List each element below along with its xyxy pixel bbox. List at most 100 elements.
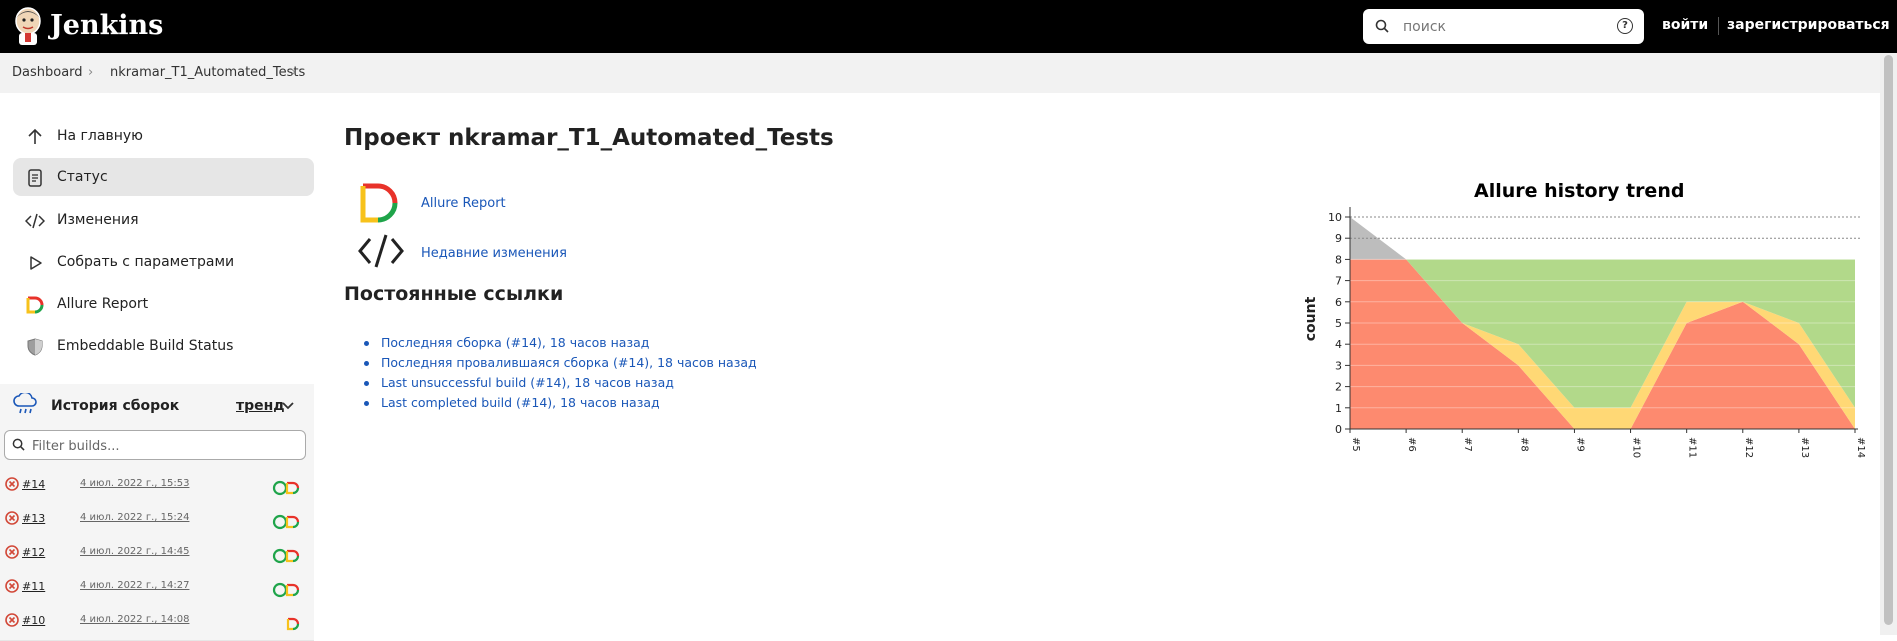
search-icon xyxy=(12,438,25,451)
sidebar-item-home[interactable]: На главную xyxy=(13,117,314,155)
permalinks-title: Постоянные ссылки xyxy=(344,283,564,305)
build-badges-icon[interactable] xyxy=(272,548,304,564)
filter-builds-input[interactable] xyxy=(30,436,294,456)
search-icon xyxy=(1375,19,1389,33)
breadcrumb: Dashboard › nkramar_T1_Automated_Tests › xyxy=(0,53,1897,93)
search-box[interactable]: ? xyxy=(1363,9,1644,44)
chevron-down-icon[interactable] xyxy=(281,396,295,414)
sidebar-item-label: Embeddable Build Status xyxy=(57,338,234,354)
build-date-link[interactable]: 4 июл. 2022 г., 14:27 xyxy=(80,580,189,591)
failed-status-icon xyxy=(5,511,19,525)
build-date-link[interactable]: 4 июл. 2022 г., 15:24 xyxy=(80,512,189,523)
sidebar-item-label: На главную xyxy=(57,128,143,144)
build-number-link[interactable]: #14 xyxy=(22,478,45,491)
sidebar-item-embeddable-build-status[interactable]: Embeddable Build Status xyxy=(13,327,314,365)
y-tick-label: 2 xyxy=(1335,381,1342,394)
build-row[interactable]: #11 4 июл. 2022 г., 14:27 xyxy=(0,572,314,607)
build-number-link[interactable]: #12 xyxy=(22,546,45,559)
build-row[interactable]: #13 4 июл. 2022 г., 15:24 xyxy=(0,504,314,539)
x-tick-label: #8 xyxy=(1518,437,1529,452)
chevron-right-icon[interactable]: › xyxy=(291,65,296,80)
trend-link[interactable]: тренд xyxy=(236,398,285,414)
permalink-last-completed-build[interactable]: Last completed build (#14), 18 часов наз… xyxy=(361,395,757,415)
y-tick-label: 10 xyxy=(1328,211,1342,224)
cloud-rain-icon xyxy=(13,393,37,414)
build-badges-icon[interactable] xyxy=(272,514,304,530)
x-tick-label: #13 xyxy=(1799,437,1810,458)
x-tick-label: #6 xyxy=(1406,437,1417,452)
chart-title: Allure history trend xyxy=(1474,180,1685,202)
scrollbar-thumb[interactable] xyxy=(1884,55,1893,625)
y-tick-label: 5 xyxy=(1335,317,1342,330)
build-date-link[interactable]: 4 июл. 2022 г., 14:08 xyxy=(80,614,189,625)
y-tick-label: 0 xyxy=(1335,423,1342,436)
failed-status-icon xyxy=(5,579,19,593)
allure-report-icon[interactable] xyxy=(358,181,402,225)
shield-icon xyxy=(27,338,43,356)
failed-status-icon xyxy=(5,545,19,559)
build-badges-icon[interactable] xyxy=(272,582,304,598)
failed-status-icon xyxy=(5,613,19,627)
play-icon xyxy=(30,256,42,270)
brand-name[interactable]: Jenkins xyxy=(50,10,163,41)
y-tick-label: 3 xyxy=(1335,359,1342,372)
filter-builds-field[interactable] xyxy=(4,430,306,460)
sidebar-item-label: Allure Report xyxy=(57,296,149,312)
build-row[interactable]: #12 4 июл. 2022 г., 14:45 xyxy=(0,538,314,573)
x-tick-label: #7 xyxy=(1462,437,1473,452)
header-separator xyxy=(1718,17,1719,35)
breadcrumb-project[interactable]: nkramar_T1_Automated_Tests xyxy=(110,65,305,80)
x-tick-label: #11 xyxy=(1687,437,1698,458)
sidebar-item-build-with-params[interactable]: Собрать с параметрами xyxy=(13,243,314,281)
sidebar-item-label: Статус xyxy=(57,169,108,185)
build-row[interactable]: #10 4 июл. 2022 г., 14:08 xyxy=(0,606,314,641)
sidebar-item-allure-report[interactable]: Allure Report xyxy=(13,285,314,323)
y-axis-label: count xyxy=(1303,296,1319,341)
allure-icon xyxy=(26,296,44,314)
jenkins-logo-icon[interactable] xyxy=(12,6,44,46)
build-number-link[interactable]: #13 xyxy=(22,512,45,525)
allure-icon[interactable] xyxy=(272,616,304,632)
build-date-link[interactable]: 4 июл. 2022 г., 14:45 xyxy=(80,546,189,557)
permalink-last-build[interactable]: Последняя сборка (#14), 18 часов назад xyxy=(361,335,757,355)
page-title: Проект nkramar_T1_Automated_Tests xyxy=(344,125,834,151)
top-header: Jenkins ? войти зарегистрироваться xyxy=(0,0,1897,53)
build-number-link[interactable]: #11 xyxy=(22,580,45,593)
allure-report-link[interactable]: Allure Report xyxy=(421,196,506,211)
code-icon xyxy=(25,213,45,229)
permalinks-list: Последняя сборка (#14), 18 часов назад П… xyxy=(361,335,757,415)
chevron-right-icon: › xyxy=(88,65,94,80)
search-input[interactable] xyxy=(1401,16,1605,38)
breadcrumb-dashboard[interactable]: Dashboard xyxy=(12,65,83,80)
x-tick-label: #14 xyxy=(1855,437,1866,458)
sidebar-item-label: Изменения xyxy=(57,212,139,228)
x-tick-label: #5 xyxy=(1350,437,1361,452)
y-tick-label: 6 xyxy=(1335,296,1342,309)
y-tick-label: 8 xyxy=(1335,253,1342,266)
y-tick-label: 9 xyxy=(1335,232,1342,245)
sidebar-item-changes[interactable]: Изменения xyxy=(13,201,314,239)
sidebar-item-status[interactable]: Статус xyxy=(13,158,314,196)
build-badges-icon[interactable] xyxy=(272,480,304,496)
build-history-title: История сборок xyxy=(51,398,180,414)
sidebar-item-label: Собрать с параметрами xyxy=(57,254,235,270)
allure-history-trend-chart[interactable]: 0 1 2 3 4 5 6 7 8 9 10 #5 #6 #7 #8 #9 #10 #11 #12 #13 #14 cou… xyxy=(1300,205,1870,465)
help-icon[interactable]: ? xyxy=(1617,18,1633,34)
recent-changes-link[interactable]: Недавние изменения xyxy=(421,246,567,261)
x-tick-label: #9 xyxy=(1574,437,1585,452)
register-link[interactable]: зарегистрироваться xyxy=(1727,17,1890,33)
permalink-last-unsuccessful-build[interactable]: Last unsuccessful build (#14), 18 часов … xyxy=(361,375,757,395)
build-number-link[interactable]: #10 xyxy=(22,614,45,627)
build-row[interactable]: #14 4 июл. 2022 г., 15:53 xyxy=(0,470,314,505)
x-tick-label: #12 xyxy=(1743,437,1754,458)
x-tick-label: #10 xyxy=(1631,437,1642,458)
y-tick-label: 7 xyxy=(1335,275,1342,288)
code-icon[interactable] xyxy=(358,232,404,270)
permalink-last-failed-build[interactable]: Последняя провалившаяся сборка (#14), 18… xyxy=(361,355,757,375)
document-icon xyxy=(28,169,42,187)
page-scrollbar[interactable] xyxy=(1880,53,1897,635)
y-tick-label: 4 xyxy=(1335,338,1342,351)
login-link[interactable]: войти xyxy=(1662,17,1708,33)
build-date-link[interactable]: 4 июл. 2022 г., 15:53 xyxy=(80,478,189,489)
failed-status-icon xyxy=(5,477,19,491)
